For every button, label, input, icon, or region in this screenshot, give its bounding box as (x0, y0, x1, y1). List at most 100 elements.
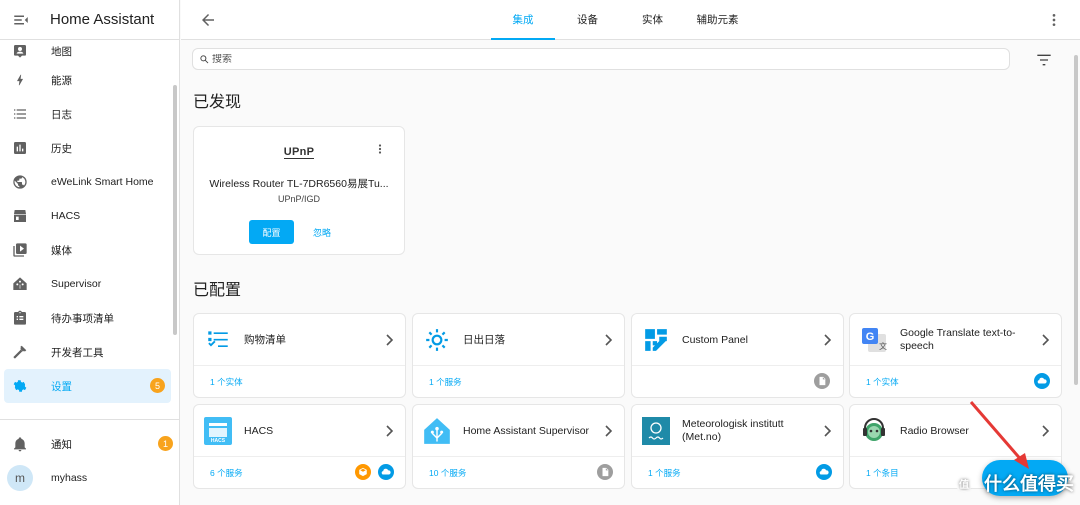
sidebar-item-energy[interactable]: 能源 (0, 63, 171, 97)
discovered-device-type: UPnP/IGD (277, 194, 320, 204)
section-discovered-title: 已发现 (193, 94, 242, 111)
sidebar-header: Home Assistant (0, 0, 179, 40)
chevron-right-icon (1042, 425, 1050, 437)
home-assistant-icon (12, 276, 28, 292)
chevron-right-icon (386, 334, 394, 346)
custom-panel-icon (642, 326, 670, 354)
sidebar-item-developer-tools[interactable]: 开发者工具 (0, 335, 171, 369)
overflow-menu-icon[interactable] (1046, 12, 1062, 28)
discovered-card: UPnP Wireless Router TL-7DR6560易展Tu... U… (193, 126, 405, 255)
cloud-badge-icon (816, 464, 832, 480)
integration-card-sun[interactable]: 日出日落 1 个服务 (412, 313, 625, 398)
sidebar-item-todo[interactable]: 待办事项清单 (0, 301, 171, 335)
top-bar: 集成 设备 实体 辅助元素 (181, 0, 1080, 40)
tab-devices[interactable]: 设备 (555, 0, 620, 40)
chart-icon (12, 140, 28, 156)
map-icon (12, 43, 28, 59)
sidebar-item-map[interactable]: 地图 (0, 39, 171, 63)
section-configured-title: 已配置 (193, 282, 242, 299)
sidebar-item-hacs[interactable]: HACS (0, 199, 171, 233)
svg-text:HACS: HACS (211, 438, 226, 444)
menu-collapse-icon[interactable] (12, 11, 30, 29)
svg-text:G: G (866, 331, 875, 343)
integration-link[interactable]: 1 个实体 (866, 376, 899, 388)
sidebar: Home Assistant 地图 能源 日志 历史 eWeLink Smart… (0, 0, 180, 505)
sidebar-item-supervisor[interactable]: Supervisor (0, 267, 171, 301)
hacs-icon (12, 208, 28, 224)
integration-name: Home Assistant Supervisor (463, 424, 590, 437)
integration-card-hacs[interactable]: HACS HACS 6 个服务 (193, 404, 406, 489)
integration-name: Google Translate text-to-speech (900, 327, 1016, 352)
integration-link[interactable]: 10 个服务 (429, 467, 466, 479)
integration-name: 购物清单 (244, 333, 286, 346)
lightning-icon (12, 72, 28, 88)
svg-text:文: 文 (879, 341, 887, 351)
sidebar-item-settings[interactable]: 设置 5 (4, 369, 171, 403)
gear-icon (12, 378, 28, 394)
tab-helpers[interactable]: 辅助元素 (685, 0, 750, 40)
svg-text:值: 值 (959, 478, 969, 491)
bell-icon (12, 436, 28, 452)
sidebar-scrollbar[interactable] (173, 85, 177, 335)
clipboard-icon (12, 310, 28, 326)
annotation-arrow-icon (969, 401, 1029, 469)
filter-icon[interactable] (1036, 53, 1052, 67)
sidebar-item-media[interactable]: 媒体 (0, 233, 171, 267)
integration-card-google-translate[interactable]: G文 Google Translate text-to-speech 1 个实体 (849, 313, 1062, 398)
watermark-logo-icon: 值 (956, 476, 972, 492)
sidebar-divider (0, 419, 179, 420)
google-translate-icon: G文 (860, 326, 888, 354)
media-icon (12, 242, 28, 258)
integration-name: Custom Panel (682, 333, 748, 346)
integration-link[interactable]: 1 个实体 (210, 376, 243, 388)
integration-card-met-no[interactable]: Meteorologisk institutt (Met.no) 1 个服务 (631, 404, 844, 489)
app-title: Home Assistant (50, 11, 155, 28)
main-scrollbar[interactable] (1074, 55, 1078, 385)
custom-package-badge-icon (355, 464, 371, 480)
sidebar-item-ewelink[interactable]: eWeLink Smart Home (0, 165, 171, 199)
sidebar-item-user[interactable]: m myhass (0, 461, 179, 495)
card-menu-icon[interactable] (374, 142, 386, 156)
integration-card-custom-panel[interactable]: Custom Panel (631, 313, 844, 398)
ignore-button[interactable]: 忽略 (307, 220, 337, 244)
search-input[interactable] (212, 53, 992, 65)
notifications-badge: 1 (158, 436, 173, 451)
avatar: m (7, 465, 33, 491)
integration-name: Meteorologisk institutt (Met.no) (682, 418, 784, 443)
search-icon (200, 54, 209, 63)
radio-browser-icon (860, 417, 888, 445)
chevron-right-icon (605, 334, 613, 346)
configure-button[interactable]: 配置 (249, 220, 294, 244)
back-arrow-icon[interactable] (199, 11, 217, 29)
settings-badge: 5 (150, 378, 165, 393)
cloud-badge-icon (378, 464, 394, 480)
sidebar-item-history[interactable]: 历史 (0, 131, 171, 165)
integration-link[interactable]: 1 个条目 (866, 467, 899, 479)
tab-bar: 集成 设备 实体 辅助元素 (491, 0, 750, 40)
chevron-right-icon (605, 425, 613, 437)
integration-card-supervisor[interactable]: Home Assistant Supervisor 10 个服务 (412, 404, 625, 489)
hammer-icon (12, 344, 28, 360)
chevron-right-icon (1042, 334, 1050, 346)
integration-name: 日出日落 (463, 333, 505, 346)
integration-card-shopping-list[interactable]: 购物清单 1 个实体 (193, 313, 406, 398)
integration-link[interactable]: 1 个服务 (648, 467, 681, 479)
home-assistant-logo-icon (423, 417, 451, 445)
sun-icon (423, 326, 451, 354)
tab-integrations[interactable]: 集成 (491, 0, 555, 40)
chevron-right-icon (824, 425, 832, 437)
upnp-logo: UPnP (283, 146, 315, 159)
tab-entities[interactable]: 实体 (620, 0, 685, 40)
list-icon (12, 106, 28, 122)
cloud-badge-icon (1034, 373, 1050, 389)
shopping-list-icon (204, 326, 232, 354)
custom-integration-badge-icon (597, 464, 613, 480)
search-bar (192, 48, 1010, 70)
discovered-device-name: Wireless Router TL-7DR6560易展Tu... (209, 178, 389, 190)
chevron-right-icon (386, 425, 394, 437)
custom-integration-badge-icon (814, 373, 830, 389)
integration-link[interactable]: 1 个服务 (429, 376, 462, 388)
sidebar-item-notifications[interactable]: 通知 1 (0, 427, 179, 461)
sidebar-item-logbook[interactable]: 日志 (0, 97, 171, 131)
integration-link[interactable]: 6 个服务 (210, 467, 243, 479)
